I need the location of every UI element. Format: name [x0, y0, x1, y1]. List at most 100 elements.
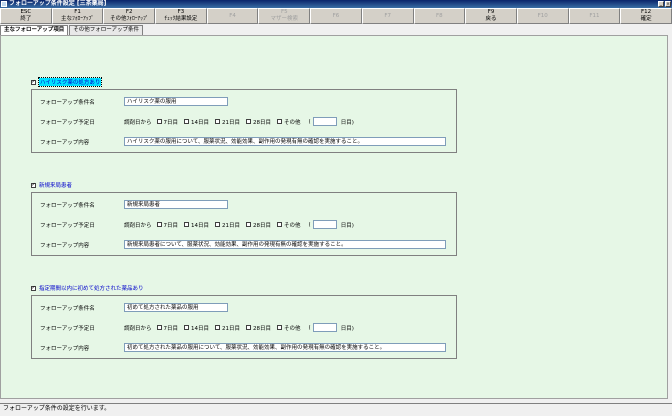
day-option-label: 28日目: [253, 119, 272, 126]
fkey-f10-button[interactable]: F10: [516, 8, 569, 24]
condition-name-input[interactable]: ハイリスク薬の服用: [124, 97, 228, 106]
day-checkbox[interactable]: [215, 222, 221, 227]
day-option[interactable]: 21日目: [215, 118, 240, 126]
checkbox-box[interactable]: ✓: [31, 79, 36, 85]
day-checkbox[interactable]: [277, 325, 283, 330]
day-option-label: 14日目: [191, 325, 210, 332]
day-option[interactable]: 7日目: [156, 221, 179, 229]
day-checkbox[interactable]: [277, 119, 283, 124]
day-option[interactable]: 28日目: [246, 221, 271, 229]
section-checkbox[interactable]: ✓ 新規来局患者: [31, 181, 72, 189]
fkey-f11-button[interactable]: F11: [568, 8, 621, 24]
fkey-code: F10: [537, 12, 548, 19]
day-option[interactable]: 21日目: [215, 221, 240, 229]
day-option-label: 28日目: [253, 222, 272, 229]
fkey-esc-button[interactable]: ESC 終了: [0, 8, 52, 24]
fkey-code: F3: [177, 9, 185, 15]
fkey-f8-button[interactable]: F8: [413, 8, 466, 24]
fkey-label: 確定: [640, 16, 652, 22]
schedule-label: フォローアップ予定日: [40, 222, 95, 229]
day-option[interactable]: その他: [277, 324, 301, 332]
content-row: フォローアップ内容 ハイリスク薬の服用について、服薬状況、効能効果、副作用の発現有…: [40, 137, 446, 146]
day-option[interactable]: 7日目: [156, 324, 179, 332]
fkey-f6-button[interactable]: F6: [310, 8, 362, 24]
condition-name-input[interactable]: 新規来局患者: [124, 200, 228, 209]
fkey-f3-button[interactable]: F3 ﾁｪｯｸ結果設定: [155, 8, 207, 24]
content-row: フォローアップ内容 初めて処方された薬品の服用について、服薬状況、効能効果、副作用…: [40, 343, 446, 352]
other-days-input[interactable]: [312, 323, 337, 332]
day-checkbox[interactable]: [156, 325, 162, 330]
day-option-label: 21日目: [222, 325, 241, 332]
fkey-code: F4: [229, 12, 236, 19]
section-group: フォローアップ条件名 初めて処方された薬品の服用 フォローアップ予定日 調剤日から 7日…: [31, 295, 457, 359]
status-bar: フォローアップ条件の設定を行います。: [0, 403, 672, 416]
day-option[interactable]: その他: [277, 221, 301, 229]
function-key-bar: ESC 終了 F1 主なﾌｫﾛｰｱｯﾌﾟ F2 その他ﾌｫﾛｰｱｯﾌﾟ F3 ﾁｪｯｸ結果設定…: [0, 8, 672, 24]
day-option[interactable]: その他: [277, 118, 301, 126]
fkey-f4-button[interactable]: F4: [206, 8, 259, 24]
fkey-f5-button[interactable]: F5 マザー検索: [258, 8, 311, 24]
condition-name-row: フォローアップ条件名 初めて処方された薬品の服用: [40, 303, 228, 312]
day-checkbox[interactable]: [246, 222, 252, 227]
section-title: ハイリスク薬の処方あり: [37, 77, 103, 87]
day-checkbox[interactable]: [184, 222, 190, 227]
day-option[interactable]: 14日目: [184, 324, 209, 332]
content-row: フォローアップ内容 新規来局患者について、服薬状況、効能効果、副作用の発現有無の確…: [40, 240, 446, 249]
section-checkbox[interactable]: ✓ 指定期間以内に初めて処方された薬品あり: [31, 284, 144, 292]
day-checkbox[interactable]: [215, 119, 221, 124]
day-option[interactable]: 28日目: [246, 324, 271, 332]
checkbox-box[interactable]: ✓: [31, 182, 36, 188]
day-checkbox[interactable]: [246, 119, 252, 124]
day-option[interactable]: 7日目: [156, 118, 179, 126]
day-option[interactable]: 14日目: [184, 118, 209, 126]
content-input[interactable]: 初めて処方された薬品の服用について、服薬状況、効能効果、副作用の発現有無の確認を…: [124, 343, 446, 352]
day-option-label: 7日目: [163, 119, 179, 126]
day-option[interactable]: 21日目: [215, 324, 240, 332]
from-visit-label: 調剤日から: [124, 222, 152, 229]
schedule-row: フォローアップ予定日 調剤日から 7日目 14日目 21日目 28日目 その他 (日目): [40, 323, 354, 332]
fkey-f9-button[interactable]: F9 戻る: [465, 8, 517, 24]
checkbox-box[interactable]: ✓: [31, 285, 36, 291]
fkey-code: F6: [332, 12, 340, 19]
fkey-label: マザー検索: [270, 16, 299, 22]
tab-other-followup[interactable]: その他フォローアップ条件: [69, 25, 144, 35]
day-checkbox[interactable]: [156, 222, 162, 227]
day-checkbox[interactable]: [215, 325, 221, 330]
fkey-label: 終了: [20, 16, 32, 22]
open-paren: (: [308, 118, 311, 125]
day-checkbox[interactable]: [246, 325, 252, 330]
minimize-button[interactable]: _: [658, 1, 664, 7]
fkey-label: 戻る: [485, 16, 497, 22]
day-checkbox[interactable]: [277, 222, 283, 227]
tab-main-followup[interactable]: 主なフォローアップ項目: [0, 25, 69, 35]
day-checkbox[interactable]: [156, 119, 162, 124]
section-title: 新規来局患者: [39, 183, 73, 189]
content-input[interactable]: 新規来局患者について、服薬状況、効能効果、副作用の発現有無の確認を実施すること。: [124, 240, 446, 249]
fkey-code: F12: [641, 9, 652, 15]
day-option[interactable]: 28日目: [246, 118, 271, 126]
day-option-label: 28日目: [253, 325, 272, 332]
day-checkbox[interactable]: [184, 325, 190, 330]
fkey-f7-button[interactable]: F7: [361, 8, 414, 24]
day-option[interactable]: 14日目: [184, 221, 209, 229]
condition-name-input[interactable]: 初めて処方された薬品の服用: [124, 303, 228, 312]
day-option-label: 7日目: [163, 325, 179, 332]
fkey-f1-button[interactable]: F1 主なﾌｫﾛｰｱｯﾌﾟ: [51, 8, 104, 24]
other-days-input[interactable]: [312, 117, 337, 126]
from-visit-label: 調剤日から: [124, 119, 152, 126]
fkey-code: F2: [125, 9, 133, 15]
main-panel: ✓ ハイリスク薬の処方あり フォローアップ条件名 ハイリスク薬の服用 フォローアップ予定…: [0, 35, 668, 399]
close-button[interactable]: ×: [665, 1, 671, 7]
fkey-f2-button[interactable]: F2 その他ﾌｫﾛｰｱｯﾌﾟ: [103, 8, 156, 24]
other-days-input[interactable]: [312, 220, 337, 229]
day-checkbox[interactable]: [184, 119, 190, 124]
content-input[interactable]: ハイリスク薬の服用について、服薬状況、効能効果、副作用の発現有無の確認を実施する…: [124, 137, 446, 146]
day-suffix: 日目): [340, 325, 354, 332]
fkey-f12-button[interactable]: F12 確定: [620, 8, 672, 24]
day-suffix: 日目): [340, 222, 354, 229]
section-checkbox[interactable]: ✓ ハイリスク薬の処方あり: [31, 77, 103, 87]
day-option-label: 7日目: [163, 222, 179, 229]
open-paren: (: [308, 221, 311, 228]
open-paren: (: [308, 324, 311, 331]
condition-name-label: フォローアップ条件名: [40, 305, 95, 312]
